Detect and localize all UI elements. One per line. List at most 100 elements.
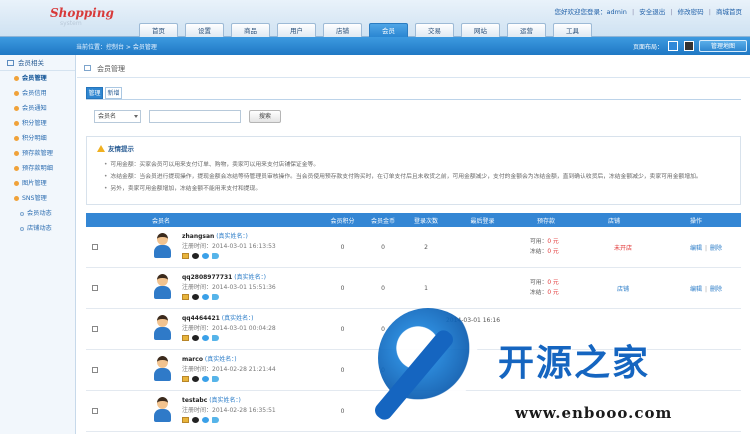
edit-link[interactable]: 编辑	[690, 245, 702, 252]
search-type-select[interactable]: 会员名	[94, 110, 141, 123]
qq-icon[interactable]	[192, 294, 199, 300]
sidebar-item-points-detail[interactable]: 积分明细	[0, 131, 75, 146]
edit-link[interactable]: 编辑	[690, 286, 702, 293]
nav-tab-users[interactable]: 用户	[277, 23, 316, 37]
row-checkbox[interactable]	[92, 285, 98, 291]
search-input[interactable]	[149, 110, 241, 123]
col-actions: 操作	[689, 217, 702, 225]
mail-icon[interactable]	[182, 417, 189, 423]
member-realname: (真实姓名：)	[234, 274, 266, 281]
tab-manage[interactable]: 管理	[86, 87, 103, 99]
sidebar-item-points[interactable]: 积分管理	[0, 116, 75, 131]
mail-icon[interactable]	[182, 335, 189, 341]
search-type-value: 会员名	[98, 113, 117, 120]
shop-home-link[interactable]: 商城首页	[716, 8, 742, 16]
sidebar-group-sns[interactable]: SNS管理	[0, 191, 75, 206]
sidebar: 会员相关 会员管理 会员信用 会员通知 积分管理 积分明细 预存款管理 预存款明…	[0, 55, 76, 434]
circle-icon	[20, 226, 24, 231]
login-count: 2	[424, 243, 428, 251]
tips-title-text: 友情提示	[108, 145, 134, 153]
sidebar-item-member-feed[interactable]: 会员动态	[0, 206, 75, 221]
qq-icon[interactable]	[192, 417, 199, 423]
member-username[interactable]: marco	[182, 356, 203, 363]
layout-dark-swatch[interactable]	[684, 41, 694, 51]
mail-icon[interactable]	[182, 294, 189, 300]
nav-tab-goods[interactable]: 商品	[231, 23, 270, 37]
top-user-info: 您好欢迎您登录：admin | 安全退出 | 修改密码 | 商城首页	[554, 8, 742, 16]
breadcrumb-bar: 当前位置：控制台 > 会员管理 页面布局： 管理地图	[0, 37, 750, 55]
nav-tab-settings[interactable]: 设置	[185, 23, 224, 37]
wangwang-icon[interactable]	[212, 335, 219, 341]
bullet-icon	[14, 166, 19, 171]
store-status[interactable]: 店铺	[598, 284, 648, 293]
row-checkbox[interactable]	[92, 244, 98, 250]
reg-time: 2014-02-28 21:21:44	[212, 366, 276, 373]
sidebar-item-member-management[interactable]: 会员管理	[0, 71, 75, 86]
msn-icon[interactable]	[202, 376, 209, 382]
msn-icon[interactable]	[202, 417, 209, 423]
frozen-label: 冻结：	[530, 249, 548, 255]
sidebar-group-members[interactable]: 会员相关	[0, 55, 75, 71]
nav-tab-home[interactable]: 首页	[139, 23, 178, 37]
sidebar-item-deposit[interactable]: 预存款管理	[0, 146, 75, 161]
member-username[interactable]: qq4464421	[182, 315, 220, 322]
frozen-label: 冻结：	[530, 290, 548, 296]
sidebar-item-store-feed[interactable]: 店铺动态	[0, 221, 75, 236]
row-actions: 编辑 | 删除	[689, 244, 723, 252]
member-gold: 0	[381, 243, 385, 251]
col-logins: 登录次数	[413, 217, 438, 225]
msn-icon[interactable]	[202, 253, 209, 259]
nav-tab-operations[interactable]: 运营	[507, 23, 546, 37]
admin-map-button[interactable]: 管理地图	[699, 40, 747, 52]
sidebar-item-label: 会员通知	[22, 105, 47, 112]
logout-link[interactable]: 安全退出	[639, 8, 665, 16]
wangwang-icon[interactable]	[212, 294, 219, 300]
bullet-icon	[14, 91, 19, 96]
logo[interactable]: Shopping	[50, 6, 114, 20]
sidebar-item-images[interactable]: 图片管理	[0, 176, 75, 191]
member-username[interactable]: zhangsan	[182, 233, 214, 240]
layout-blue-swatch[interactable]	[668, 41, 678, 51]
reg-time: 2014-03-01 15:51:36	[212, 284, 276, 291]
nav-tab-website[interactable]: 网站	[461, 23, 500, 37]
msn-icon[interactable]	[202, 294, 209, 300]
row-checkbox[interactable]	[92, 408, 98, 414]
row-checkbox[interactable]	[92, 326, 98, 332]
table-header: 会员名 会员积分 会员金币 登录次数 最后登录 预存款 店铺 操作	[86, 213, 741, 227]
sidebar-item-label: 会员动态	[27, 210, 52, 217]
wangwang-icon[interactable]	[212, 376, 219, 382]
sidebar-item-member-credit[interactable]: 会员信用	[0, 86, 75, 101]
sidebar-item-label: 店铺动态	[27, 225, 52, 232]
mail-icon[interactable]	[182, 253, 189, 259]
qq-icon[interactable]	[192, 253, 199, 259]
search-button[interactable]: 搜索	[249, 110, 281, 123]
member-username[interactable]: testabc	[182, 397, 207, 404]
wangwang-icon[interactable]	[212, 253, 219, 259]
msn-icon[interactable]	[202, 335, 209, 341]
wangwang-icon[interactable]	[212, 417, 219, 423]
sidebar-item-deposit-detail[interactable]: 预存款明细	[0, 161, 75, 176]
nav-tab-stores[interactable]: 店铺	[323, 23, 362, 37]
qq-icon[interactable]	[192, 335, 199, 341]
nav-tab-tools[interactable]: 工具	[553, 23, 592, 37]
nav-tab-members[interactable]: 会员	[369, 23, 408, 37]
breadcrumb: 当前位置：控制台 > 会员管理	[76, 44, 157, 51]
watermark-url: www.enbooo.com	[515, 404, 673, 422]
login-count: 1	[424, 284, 428, 292]
tab-add[interactable]: 新增	[105, 87, 122, 99]
chevron-down-icon	[134, 115, 138, 118]
nav-tab-trade[interactable]: 交易	[415, 23, 454, 37]
mail-icon[interactable]	[182, 376, 189, 382]
member-info: qq2808977731 (真实姓名：) 注册时间：2014-03-01 15:5…	[182, 273, 276, 300]
row-checkbox[interactable]	[92, 367, 98, 373]
delete-link[interactable]: 删除	[710, 286, 722, 293]
delete-link[interactable]: 删除	[710, 245, 722, 252]
member-username[interactable]: qq2808977731	[182, 274, 232, 281]
avatar	[153, 315, 171, 341]
reg-label: 注册时间：	[182, 284, 213, 291]
change-password-link[interactable]: 修改密码	[678, 8, 704, 16]
member-points: 0	[340, 325, 345, 333]
sidebar-item-member-notice[interactable]: 会员通知	[0, 101, 75, 116]
main-nav: 首页 设置 商品 用户 店铺 会员 交易 网站 运营 工具	[139, 23, 592, 37]
qq-icon[interactable]	[192, 376, 199, 382]
